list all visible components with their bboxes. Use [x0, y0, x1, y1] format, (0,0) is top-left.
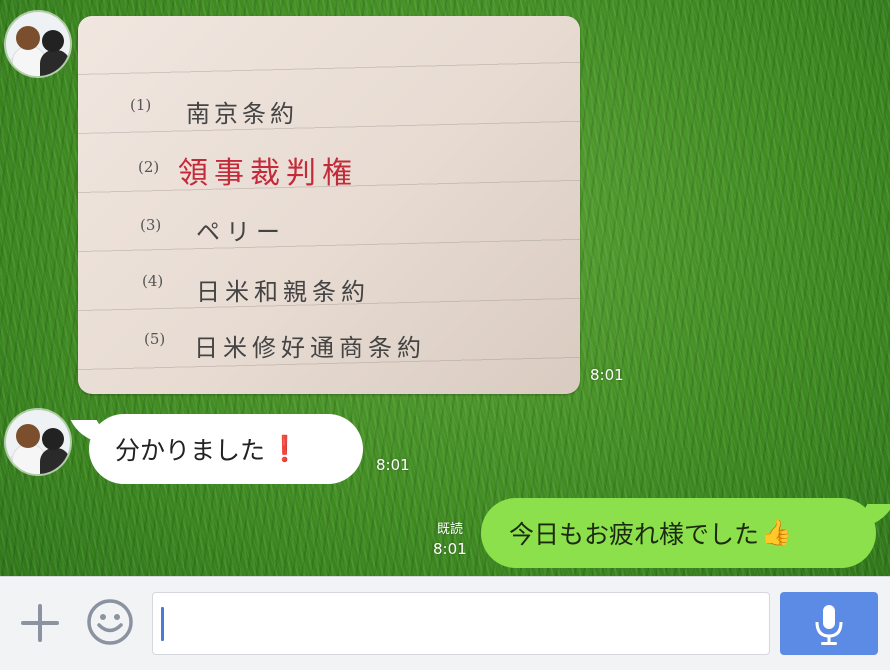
photo-message[interactable]: (1) 南京条約 (2) 領事裁判権 (3) ペリー (4) 日米和親条約 (5… [78, 16, 580, 394]
microphone-icon [815, 605, 843, 645]
message-input-bar [0, 576, 890, 670]
chat-area[interactable]: (1) 南京条約 (2) 領事裁判権 (3) ペリー (4) 日米和親条約 (5… [0, 0, 890, 576]
note-line: 日米修好通商条約 [194, 334, 426, 362]
sender-avatar[interactable] [6, 410, 70, 474]
note-number: (3) [140, 216, 162, 234]
thumbs-up-icon: 👍 [761, 518, 793, 547]
smiley-icon[interactable] [86, 598, 134, 646]
outgoing-message-bubble[interactable]: 今日もお疲れ様でした 👍 [481, 498, 876, 568]
note-number: (4) [142, 272, 164, 290]
read-receipt: 既読 [437, 522, 464, 537]
message-input[interactable] [152, 592, 770, 655]
plus-icon[interactable] [18, 601, 62, 645]
note-line-highlighted: 領事裁判権 [178, 156, 358, 191]
incoming-message-text: 分かりました [115, 436, 266, 465]
note-number: (2) [138, 158, 160, 176]
text-caret [161, 607, 164, 641]
incoming-timestamp: 8:01 [376, 456, 410, 474]
microphone-button[interactable] [780, 592, 878, 655]
note-number: (1) [130, 96, 152, 114]
note-number: (5) [144, 330, 166, 348]
note-line: 南京条約 [186, 100, 298, 128]
note-line: 日米和親条約 [196, 278, 370, 306]
note-line: ペリー [196, 218, 286, 246]
photo-timestamp: 8:01 [590, 366, 624, 384]
sender-avatar[interactable] [6, 12, 70, 76]
exclamation-icon: ❗ [269, 434, 301, 463]
incoming-message-bubble[interactable]: 分かりました ❗ [89, 414, 363, 484]
outgoing-timestamp: 8:01 [433, 540, 467, 558]
outgoing-message-text: 今日もお疲れ様でした [509, 520, 760, 549]
